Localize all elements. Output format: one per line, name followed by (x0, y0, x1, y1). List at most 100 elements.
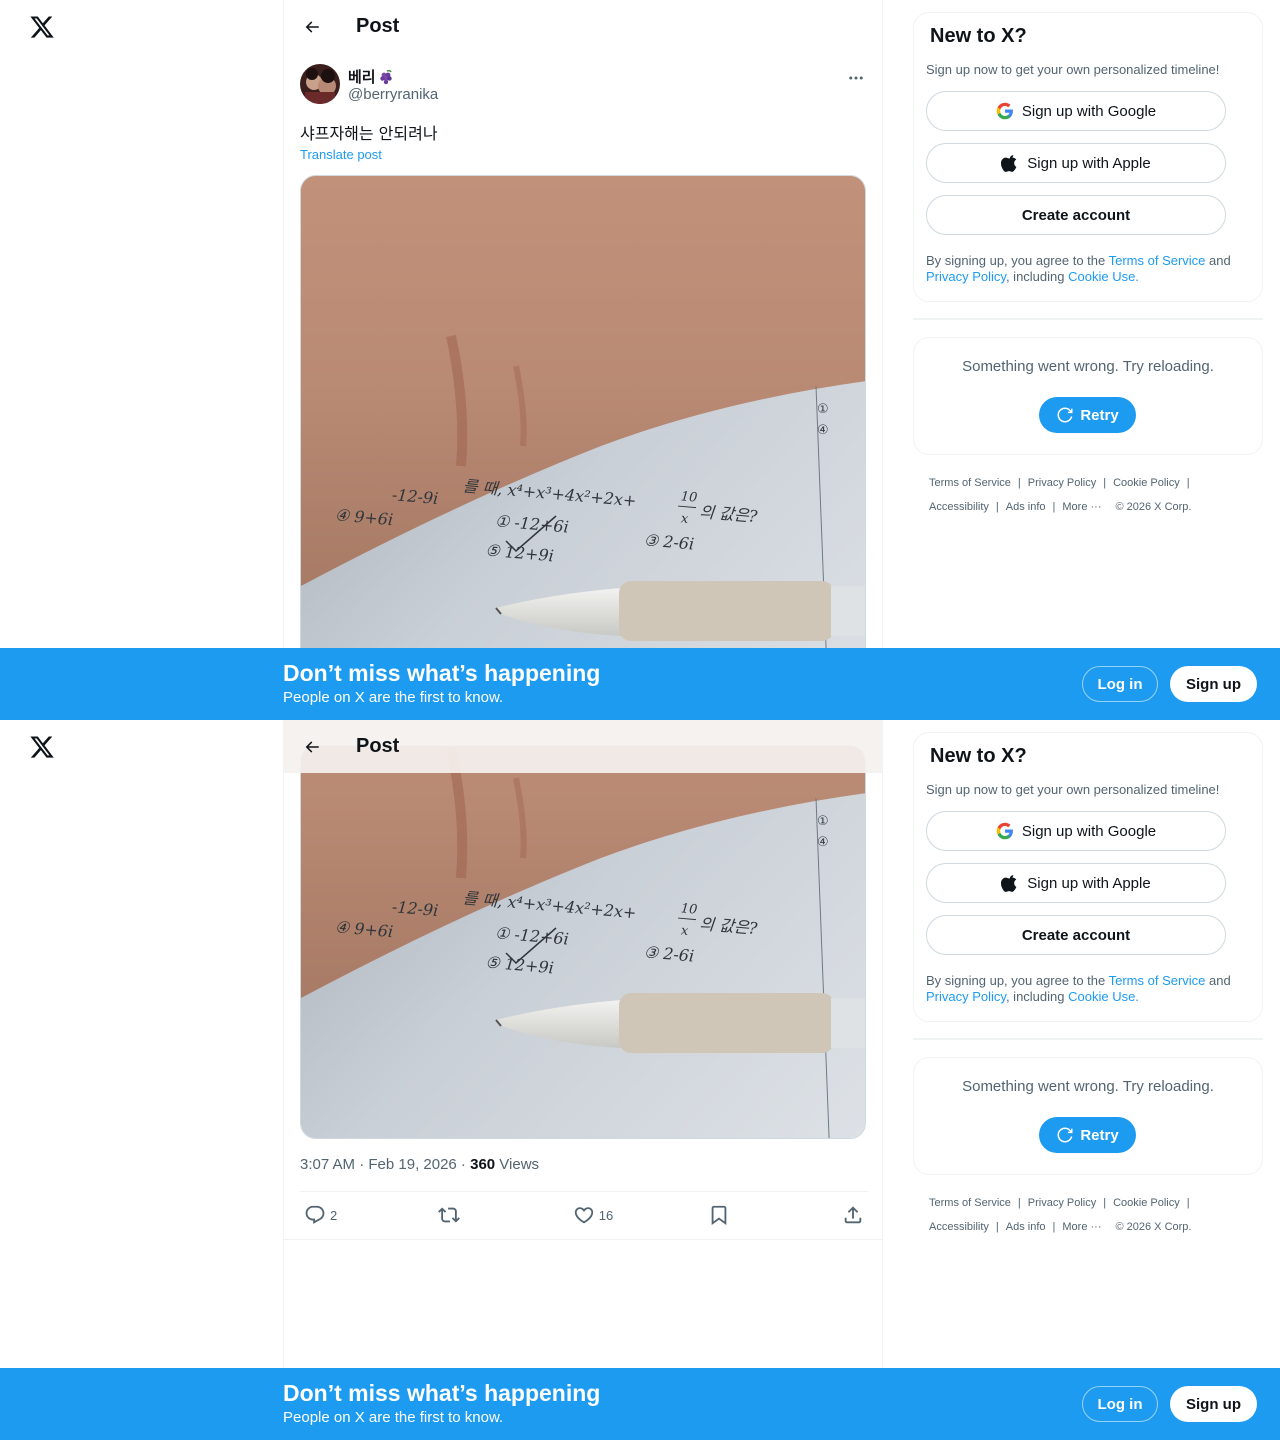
avatar[interactable] (300, 64, 340, 104)
reply-icon (305, 1205, 325, 1224)
author-name[interactable]: 베리 (348, 66, 394, 87)
legal-text: By signing up, you agree to the Terms of… (926, 973, 1246, 1005)
math-circ1: ① (817, 402, 829, 417)
viewport-top: Post 베리 @berryranika 샤프자해는 안되려나 Translat… (0, 0, 1280, 720)
signup-button[interactable]: Sign up (1170, 666, 1257, 702)
like-count: 16 (598, 1207, 614, 1223)
footer-ads-link[interactable]: Ads info (1006, 1215, 1046, 1239)
footer-sep: | (1103, 477, 1107, 489)
login-button[interactable]: Log in (1082, 1386, 1158, 1422)
signup-button[interactable]: Sign up (1170, 1386, 1257, 1422)
footer-sep: | (995, 1221, 999, 1233)
signup-google-button[interactable]: Sign up with Google (926, 811, 1226, 851)
grapes-emoji-icon (378, 69, 394, 85)
heart-icon (574, 1207, 593, 1224)
terms-link[interactable]: Terms of Service (1109, 253, 1206, 268)
footer-sep: | (1017, 1197, 1021, 1209)
footer-terms-link[interactable]: Terms of Service (929, 471, 1011, 495)
post-time[interactable]: 3:07 AM · Feb 19, 2026 · (300, 1156, 470, 1173)
footer-cookie-link[interactable]: Cookie Policy (1113, 1191, 1180, 1215)
cookie-link[interactable]: Cookie Use. (1068, 269, 1139, 284)
new-to-x-card: New to X? Sign up now to get your own pe… (913, 12, 1263, 302)
error-card: Something went wrong. Try reloading. Ret… (913, 1057, 1263, 1175)
x-logo-icon[interactable] (29, 734, 55, 760)
bookmark-button[interactable] (708, 1204, 748, 1226)
back-arrow-icon[interactable] (300, 735, 324, 759)
repost-icon (438, 1207, 461, 1223)
page-title: Post (356, 735, 400, 757)
like-button[interactable]: 16 (573, 1204, 613, 1226)
reply-count: 2 (330, 1207, 338, 1223)
new-to-x-subtitle: Sign up now to get your own personalized… (926, 62, 1220, 77)
share-button[interactable] (842, 1204, 864, 1226)
viewport-bottom: Post ① ④ 를 때, x⁴+x³+4x²+2x+ 10 x 의 값은? -… (0, 720, 1280, 1440)
math-fraction-num: 10 (680, 489, 698, 505)
views-label: Views (495, 1156, 540, 1173)
share-icon (844, 1206, 862, 1224)
sidebar-divider (913, 318, 1263, 320)
footer-ads-link[interactable]: Ads info (1006, 495, 1046, 519)
legal-and: and (1205, 973, 1231, 988)
footer-more-link[interactable]: More ··· (1062, 1215, 1101, 1239)
footer-privacy-link[interactable]: Privacy Policy (1028, 1191, 1096, 1215)
author-handle[interactable]: @berryranika (348, 86, 438, 103)
post-media-image[interactable]: ① ④ 를 때, x⁴+x³+4x²+2x+ 10 x 의 값은? -12-9i… (300, 175, 866, 720)
signup-apple-button[interactable]: Sign up with Apple (926, 863, 1226, 903)
footer-sep: | (1052, 501, 1056, 513)
cookie-link[interactable]: Cookie Use. (1068, 989, 1139, 1004)
retry-button[interactable]: Retry (1039, 397, 1136, 433)
more-options-icon[interactable] (846, 68, 866, 88)
terms-link[interactable]: Terms of Service (1109, 973, 1206, 988)
footer-sep: | (1052, 1221, 1056, 1233)
signup-banner: Don’t miss what’s happening People on X … (0, 648, 1280, 720)
post-media-image[interactable]: ① ④ 를 때, x⁴+x³+4x²+2x+ 10 x 의 값은? -12-9i… (300, 745, 866, 1139)
signup-apple-button[interactable]: Sign up with Apple (926, 143, 1226, 183)
legal-prefix: By signing up, you agree to the (926, 253, 1109, 268)
x-logo-icon[interactable] (29, 14, 55, 40)
math-circ4: ④ (817, 423, 829, 438)
translate-post-link[interactable]: Translate post (300, 147, 382, 162)
create-account-button[interactable]: Create account (926, 915, 1226, 955)
legal-including: , including (1005, 269, 1069, 284)
legal-prefix: By signing up, you agree to the (926, 973, 1109, 988)
signup-apple-label: Sign up with Apple (1027, 154, 1151, 172)
footer-cookie-link[interactable]: Cookie Policy (1113, 471, 1180, 495)
reply-button[interactable]: 2 (304, 1204, 344, 1226)
footer-more-link[interactable]: More ··· (1062, 495, 1101, 519)
views-count: 360 (470, 1156, 496, 1173)
bookmark-icon (711, 1205, 726, 1226)
legal-including: , including (1005, 989, 1069, 1004)
apple-icon (1001, 155, 1017, 172)
banner-title: Don’t miss what’s happening (283, 660, 601, 686)
create-account-label: Create account (1021, 926, 1131, 944)
sidebar: New to X? Sign up now to get your own pe… (913, 12, 1263, 519)
post-actions: 2 16 (300, 1190, 868, 1240)
post-timestamp: 3:07 AM · Feb 19, 2026 · 360 Views (300, 1156, 539, 1173)
retry-label: Retry (1080, 1126, 1119, 1144)
footer-terms-link[interactable]: Terms of Service (929, 1191, 1011, 1215)
banner-subtitle: People on X are the first to know. (283, 689, 504, 706)
math-opt-a: -12-9i (391, 897, 439, 920)
privacy-link[interactable]: Privacy Policy (926, 269, 1006, 284)
footer-sep: | (1017, 477, 1021, 489)
footer-privacy-link[interactable]: Privacy Policy (1028, 471, 1096, 495)
math-opt-a: -12-9i (391, 485, 439, 508)
privacy-link[interactable]: Privacy Policy (926, 989, 1006, 1004)
banner-subtitle: People on X are the first to know. (283, 1409, 504, 1426)
repost-button[interactable] (438, 1204, 478, 1226)
new-to-x-title: New to X? (930, 745, 1027, 767)
error-card: Something went wrong. Try reloading. Ret… (913, 337, 1263, 455)
retry-button[interactable]: Retry (1039, 1117, 1136, 1153)
author-name-text: 베리 (348, 69, 376, 86)
signup-google-button[interactable]: Sign up with Google (926, 91, 1226, 131)
signup-apple-label: Sign up with Apple (1027, 874, 1151, 892)
legal-and: and (1205, 253, 1231, 268)
post-header: Post (284, 720, 882, 773)
footer-accessibility-link[interactable]: Accessibility (929, 1215, 989, 1239)
create-account-button[interactable]: Create account (926, 195, 1226, 235)
footer-accessibility-link[interactable]: Accessibility (929, 495, 989, 519)
login-button[interactable]: Log in (1082, 666, 1158, 702)
banner-title: Don’t miss what’s happening (283, 1380, 601, 1406)
back-arrow-icon[interactable] (300, 15, 324, 39)
error-message: Something went wrong. Try reloading. (962, 1078, 1214, 1095)
